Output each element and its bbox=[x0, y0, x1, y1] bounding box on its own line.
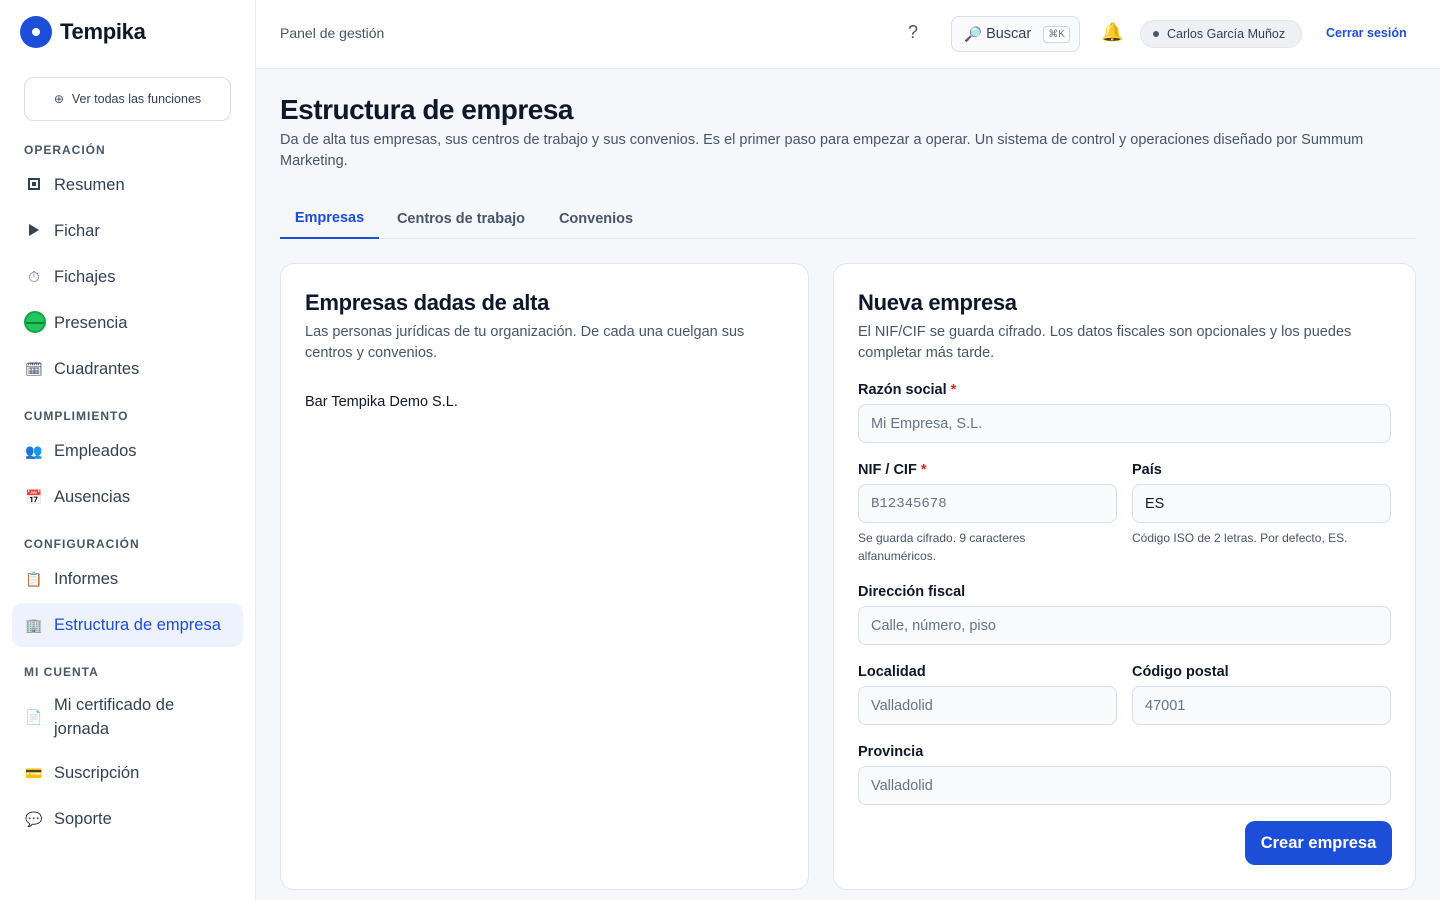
page-title: Estructura de empresa bbox=[280, 94, 573, 125]
sidebar-item-label: Soporte bbox=[54, 809, 112, 828]
description-line: completar más tarde. bbox=[858, 345, 995, 361]
office-building-icon: 🏢 bbox=[25, 616, 43, 633]
sidebar-item-soporte[interactable]: 💬 Soporte bbox=[12, 797, 243, 841]
brand-name: Tempika bbox=[60, 19, 146, 44]
nav-section-configuracion: CONFIGURACIÓN bbox=[24, 537, 140, 551]
hint-line: Se guarda cifrado. 9 caracteres bbox=[858, 531, 1026, 545]
provincia-label: Provincia bbox=[858, 744, 924, 760]
calendar-icon: 📅 bbox=[25, 488, 43, 505]
provincia-input[interactable] bbox=[858, 766, 1391, 805]
razon-social-input[interactable] bbox=[858, 404, 1391, 443]
new-company-form: Nueva empresa El NIF/CIF se guarda cifra… bbox=[833, 263, 1416, 890]
nif-label: NIF / CIF * bbox=[858, 462, 927, 478]
nif-hint: Se guarda cifrado. 9 caracteres alfanumé… bbox=[858, 529, 1025, 565]
search-shortcut: ⌘K bbox=[1043, 25, 1070, 43]
sidebar-item-presencia[interactable]: Presencia bbox=[12, 301, 243, 345]
codigo-postal-label: Código postal bbox=[1132, 664, 1229, 680]
list-item[interactable]: Bar Tempika Demo S.L. bbox=[305, 394, 458, 410]
sidebar-item-suscripcion[interactable]: 💳 Suscripción bbox=[12, 751, 243, 795]
nav-section-operacion: OPERACIÓN bbox=[24, 143, 106, 157]
sidebar-item-fichajes[interactable]: ⏱ Fichajes bbox=[12, 255, 243, 299]
sidebar-item-cuadrantes[interactable]: 🗓 Cuadrantes bbox=[12, 347, 243, 391]
companies-card-title: Empresas dadas de alta bbox=[305, 290, 550, 315]
clipboard-icon: 📋 bbox=[25, 570, 43, 587]
form-title: Nueva empresa bbox=[858, 290, 1017, 315]
brand[interactable]: Tempika bbox=[20, 16, 146, 48]
topbar: Panel de gestión ? 🔎 Buscar ⌘K 🔔 Carlos … bbox=[256, 0, 1440, 69]
nif-input[interactable] bbox=[858, 484, 1117, 523]
pais-input[interactable] bbox=[1132, 484, 1391, 523]
logout-link[interactable]: Cerrar sesión bbox=[1326, 26, 1407, 40]
sidebar-item-label: Resumen bbox=[54, 175, 125, 194]
razon-social-label: Razón social * bbox=[858, 382, 956, 398]
speech-bubble-icon: 💬 bbox=[25, 810, 43, 827]
sidebar-item-informes[interactable]: 📋 Informes bbox=[12, 557, 243, 601]
all-features-label: Ver todas las funciones bbox=[71, 92, 202, 106]
required-mark: * bbox=[920, 462, 927, 478]
create-company-button[interactable]: Crear empresa bbox=[1245, 821, 1392, 865]
plus-circle-icon: ⊕ bbox=[53, 92, 64, 106]
sidebar-item-label: Informes bbox=[54, 569, 119, 588]
all-features-button[interactable]: ⊕ Ver todas las funciones bbox=[24, 77, 231, 121]
pais-label: País bbox=[1132, 462, 1162, 478]
pais-hint: Código ISO de 2 letras. Por defecto, ES. bbox=[1132, 531, 1348, 545]
user-menu[interactable]: Carlos García Muñoz bbox=[1140, 20, 1302, 48]
search-label: Buscar bbox=[986, 26, 1032, 42]
companies-card: Empresas dadas de alta Las personas jurí… bbox=[280, 263, 809, 890]
green-circle-icon bbox=[24, 310, 46, 336]
sidebar-item-certificado[interactable]: 📄 Mi certificado de jornada bbox=[12, 689, 243, 745]
sidebar-item-label: Cuadrantes bbox=[54, 359, 140, 378]
sidebar-item-empleados[interactable]: 👥 Empleados bbox=[12, 429, 243, 473]
brand-logo-icon bbox=[20, 16, 52, 48]
localidad-label: Localidad bbox=[858, 664, 926, 680]
label-text: NIF / CIF bbox=[858, 462, 917, 478]
description-line: El NIF/CIF se guarda cifrado. Los datos … bbox=[858, 324, 1352, 340]
label-text: Razón social bbox=[858, 382, 947, 398]
nav-section-cumplimiento: CUMPLIMIENTO bbox=[24, 409, 129, 423]
search-button[interactable]: 🔎 Buscar ⌘K bbox=[951, 16, 1080, 52]
dashboard-square-icon bbox=[24, 177, 44, 193]
bell-icon[interactable]: 🔔 bbox=[1101, 22, 1123, 43]
sidebar-item-label: Ausencias bbox=[54, 487, 131, 506]
tab-convenios[interactable]: Convenios bbox=[548, 198, 644, 239]
required-mark: * bbox=[950, 382, 957, 398]
sidebar-item-label: Fichajes bbox=[54, 267, 116, 286]
nav-section-mi-cuenta: MI CUENTA bbox=[24, 665, 99, 679]
stopwatch-icon: ⏱ bbox=[28, 268, 40, 286]
sidebar-item-ausencias[interactable]: 📅 Ausencias bbox=[12, 475, 243, 519]
tabs: Empresas Centros de trabajo Convenios bbox=[280, 198, 1416, 239]
tab-empresas[interactable]: Empresas bbox=[280, 198, 379, 239]
tab-centros-de-trabajo[interactable]: Centros de trabajo bbox=[388, 198, 534, 239]
sidebar: Tempika ⊕ Ver todas las funciones OPERAC… bbox=[0, 0, 256, 900]
sidebar-item-estructura[interactable]: 🏢 Estructura de empresa bbox=[12, 603, 243, 647]
description-line: centros y convenios. bbox=[305, 345, 438, 361]
people-icon: 👥 bbox=[25, 442, 43, 459]
sidebar-item-label: Empleados bbox=[54, 441, 137, 460]
spiral-calendar-icon: 🗓 bbox=[25, 360, 43, 377]
direccion-input[interactable] bbox=[858, 606, 1391, 645]
companies-card-description: Las personas jurídicas de tu organizació… bbox=[305, 322, 744, 364]
sidebar-item-fichar[interactable]: Fichar bbox=[12, 209, 243, 253]
hint-line: alfanuméricos. bbox=[858, 549, 937, 563]
sidebar-item-resumen[interactable]: Resumen bbox=[12, 163, 243, 207]
sidebar-item-label: Estructura de empresa bbox=[54, 615, 221, 634]
direccion-label: Dirección fiscal bbox=[858, 584, 966, 600]
help-icon[interactable]: ? bbox=[908, 22, 918, 43]
codigo-postal-input[interactable] bbox=[1132, 686, 1391, 725]
credit-card-icon: 💳 bbox=[25, 764, 43, 781]
page-description: Da de alta tus empresas, sus centros de … bbox=[280, 132, 1364, 169]
sidebar-item-label: Presencia bbox=[54, 313, 128, 332]
user-name: Carlos García Muñoz bbox=[1167, 27, 1286, 41]
play-icon bbox=[24, 223, 44, 239]
breadcrumb: Panel de gestión bbox=[280, 25, 385, 41]
sidebar-item-label: Mi certificado de jornada bbox=[54, 696, 175, 738]
description-line: Las personas jurídicas de tu organizació… bbox=[305, 324, 745, 340]
form-description: El NIF/CIF se guarda cifrado. Los datos … bbox=[858, 322, 1351, 364]
sidebar-item-label: Suscripción bbox=[54, 763, 140, 782]
search-icon: 🔎 bbox=[964, 26, 983, 43]
sidebar-item-label: Fichar bbox=[54, 221, 100, 240]
localidad-input[interactable] bbox=[858, 686, 1117, 725]
status-dot-icon bbox=[1153, 31, 1159, 37]
document-icon: 📄 bbox=[25, 708, 43, 725]
